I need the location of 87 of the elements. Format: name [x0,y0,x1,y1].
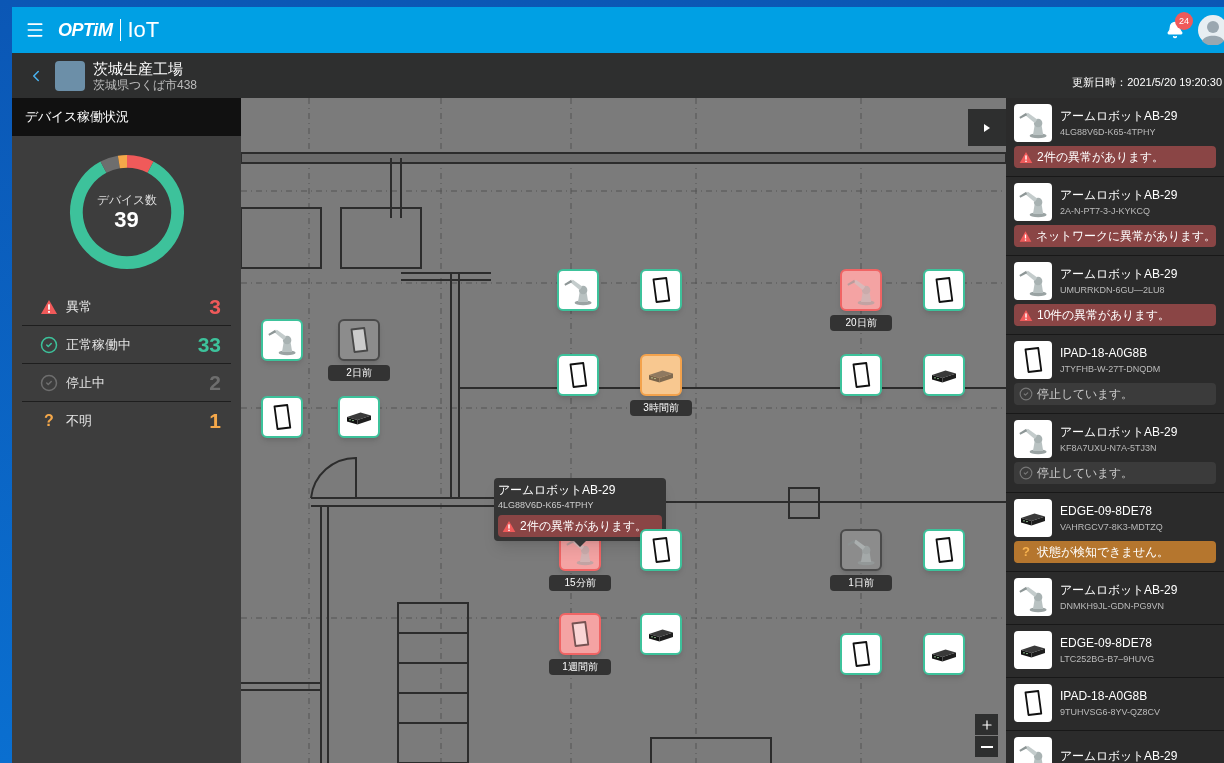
device-name[interactable]: アームロボットAB-29 [1060,747,1178,763]
device-marker[interactable] [338,319,380,361]
notification-badge: 24 [1175,12,1193,30]
device-serial: KF8A7UXU-N7A-5TJ3N [1060,442,1158,455]
status-label: 不明 [66,412,92,431]
brand-logo: OPTiM [58,18,113,42]
device-marker[interactable] [559,613,601,655]
device-serial: JTYFHB-W-27T-DNQDM [1060,363,1161,376]
status-label: 異常 [66,297,92,316]
minus-icon [980,745,993,748]
question-mark: ? [43,411,55,431]
device-marker[interactable] [261,396,303,438]
warning-icon [1019,308,1033,322]
last-seen-label: 3時間前 [630,400,692,416]
check-circle-icon [1019,387,1033,401]
device-marker[interactable] [640,269,682,311]
device-serial: 9TUHVSG6-8YV-QZ8CV [1060,706,1161,719]
check-circle-icon [40,373,58,392]
device-marker[interactable] [923,354,965,396]
device-marker[interactable] [557,354,599,396]
device-marker[interactable] [923,633,965,675]
status-count: 1 [209,408,221,435]
status-count: 3 [209,293,221,320]
status-text: 10件の異常があります。 [1037,307,1171,324]
device-serial: 4LG88V6D-K65-4TPHY [1060,126,1157,139]
last-seen-label: 1日前 [830,575,892,591]
warning-icon [40,298,58,315]
warning-icon [1019,229,1032,243]
warning-icon [502,519,516,533]
updated-time: 更新日時：2021/5/20 19:20:30 [1072,75,1222,91]
panel-title: デバイス稼働状況 [12,98,241,136]
status-text: 状態が検知できません。 [1037,544,1169,561]
last-seen-label: 1週間前 [549,659,611,675]
device-name[interactable]: IPAD-18-A0G8B [1060,344,1161,362]
warning-icon [1019,150,1033,164]
device-marker[interactable] [840,269,882,311]
device-count: 39 [114,207,139,233]
device-marker[interactable] [923,269,965,311]
status-count: 33 [197,331,221,358]
product-logo: IoT [120,19,160,41]
device-name[interactable]: アームロボットAB-29 [1060,107,1178,125]
question-mark: ? [1021,543,1031,562]
zoom-out-button[interactable] [975,736,998,757]
status-text: 停止しています。 [1037,465,1133,482]
plus-icon [979,717,994,732]
status-text: 2件の異常があります。 [1037,149,1164,166]
status-label: 正常稼働中 [66,335,131,354]
tooltip-serial: 4LG88V6D-K65-4TPHY [498,499,595,512]
device-marker[interactable] [557,269,599,311]
play-icon [984,123,990,132]
check-circle-icon [1019,466,1033,480]
device-serial: DNMKH9JL-GDN-PG9VN [1060,600,1165,613]
device-serial: LTC252BG-B7–9HUVG [1060,653,1155,666]
device-name[interactable]: アームロボットAB-29 [1060,423,1178,441]
device-marker[interactable] [840,354,882,396]
device-name[interactable]: IPAD-18-A0G8B [1060,687,1161,705]
last-seen-label: 2日前 [328,365,390,381]
site-address: 茨城県つくば市438 [93,78,198,92]
device-marker[interactable] [640,613,682,655]
device-count-label: デバイス数 [96,193,157,207]
last-seen-label: 20日前 [830,315,892,331]
device-name[interactable]: アームロボットAB-29 [1060,581,1178,599]
device-marker[interactable] [923,529,965,571]
last-seen-label: 15分前 [549,575,611,591]
device-name[interactable]: EDGE-09-8DE78 [1060,502,1163,520]
device-name[interactable]: EDGE-09-8DE78 [1060,634,1155,652]
alert-text: 2件の異常があります。 [520,518,647,535]
menu-icon[interactable] [25,20,45,40]
device-serial: UMURRKDN-6GU—2LU8 [1060,284,1166,297]
site-name: 茨城生産工場 [93,59,184,78]
device-name[interactable]: アームロボットAB-29 [1060,186,1178,204]
device-marker[interactable] [640,354,682,396]
status-text: ネットワークに異常があります。 [1036,228,1216,245]
device-marker[interactable] [840,633,882,675]
zoom-in-button[interactable] [975,714,998,735]
tooltip-device-name: アームロボットAB-29 [498,482,617,498]
device-marker[interactable] [261,319,303,361]
status-text: 停止しています。 [1037,386,1133,403]
device-marker[interactable] [640,529,682,571]
device-serial: 2A-N-PT7-3-J-KYKCQ [1060,205,1151,218]
device-name[interactable]: アームロボットAB-29 [1060,265,1178,283]
site-photo-placeholder [55,60,85,91]
status-label: 停止中 [66,373,105,392]
device-marker[interactable] [840,529,882,571]
check-circle-icon [40,335,58,354]
device-serial: VAHRGCV7-8K3-MDTZQ [1060,521,1163,534]
device-marker[interactable] [338,396,380,438]
